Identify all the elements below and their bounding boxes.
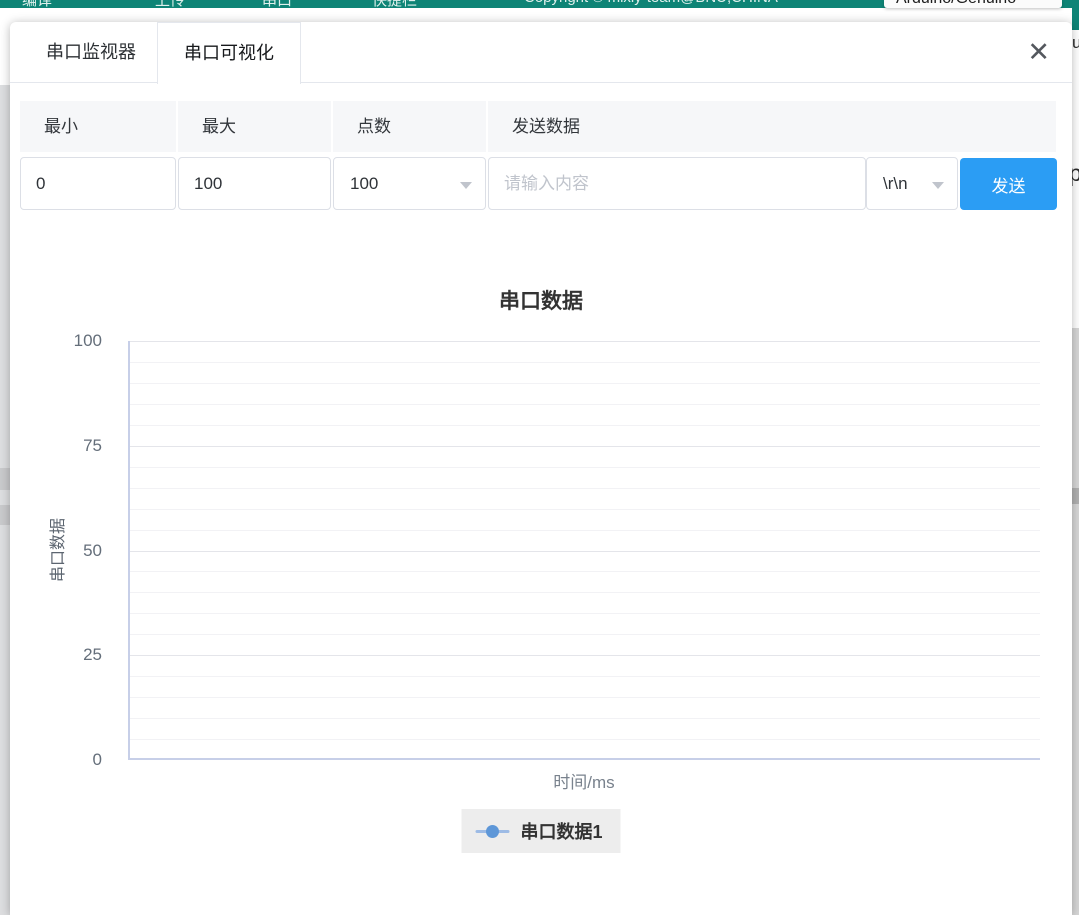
legend-item[interactable]: 串口数据1 — [461, 809, 620, 853]
gridline — [130, 446, 1040, 447]
gridline — [130, 383, 1040, 384]
chart-title: 串口数据 — [10, 285, 1072, 315]
chevron-down-icon — [932, 182, 944, 189]
gridline — [130, 718, 1040, 719]
toolbar-item-shortcut-bar[interactable]: 快捷栏 — [372, 0, 417, 8]
background-text-fragment: u — [1072, 33, 1079, 53]
toolbar-item-compile[interactable]: 编译 — [22, 0, 52, 8]
background-left-block — [0, 468, 10, 490]
gridline — [130, 697, 1040, 698]
gridline — [130, 676, 1040, 677]
max-header: 最大 — [178, 101, 331, 152]
line-ending-value: \r\n — [883, 174, 908, 193]
gridline — [130, 551, 1040, 552]
y-tick-label: 25 — [83, 645, 102, 665]
points-select[interactable]: 100 — [333, 157, 486, 210]
chevron-down-icon — [460, 182, 472, 189]
gridline — [130, 425, 1040, 426]
gridline — [130, 509, 1040, 510]
y-tick-label: 75 — [83, 436, 102, 456]
tab-bar: 串口监视器 串口可视化 — [10, 22, 1072, 83]
tab-serial-monitor[interactable]: 串口监视器 — [20, 22, 162, 83]
gridline — [130, 488, 1040, 489]
board-name: Arduino/Genuino — [896, 0, 1016, 8]
line-series-icon — [475, 825, 509, 838]
gridline — [130, 530, 1040, 531]
toolbar-edge — [1072, 8, 1079, 30]
y-tick-label: 0 — [93, 750, 102, 770]
max-input[interactable] — [178, 157, 331, 210]
points-select-value: 100 — [350, 174, 378, 193]
points-header: 点数 — [333, 101, 486, 152]
y-tick-label: 100 — [74, 331, 102, 351]
send-data-input[interactable] — [488, 157, 866, 210]
gridline — [130, 341, 1040, 342]
gridline — [130, 739, 1040, 740]
background-scrollbar-track[interactable] — [1072, 328, 1079, 915]
send-data-header: 发送数据 — [488, 101, 1056, 152]
tab-serial-visualization[interactable]: 串口可视化 — [157, 22, 301, 84]
gridline — [130, 613, 1040, 614]
y-axis-label: 串口数据 — [44, 518, 68, 582]
x-axis-label: 时间/ms — [128, 768, 1040, 793]
gridline — [130, 592, 1040, 593]
gridline — [130, 571, 1040, 572]
min-input[interactable] — [20, 157, 176, 210]
background-left-block — [0, 505, 10, 525]
plot-area — [128, 341, 1040, 760]
line-ending-select[interactable]: \r\n — [866, 157, 958, 210]
gridline — [130, 655, 1040, 656]
y-tick-label: 50 — [83, 541, 102, 561]
copyright-text: Copyright © mixly-team@BNU,CHINA — [524, 0, 778, 6]
send-button[interactable]: 发送 — [960, 158, 1057, 210]
min-header: 最小 — [20, 101, 176, 152]
toolbar-item-serial[interactable]: 串口 — [262, 0, 292, 8]
toolbar-item-upload[interactable]: 上传 — [155, 0, 185, 8]
gridline — [130, 362, 1040, 363]
background-left-edge — [0, 85, 10, 915]
legend-series-label: 串口数据1 — [520, 818, 602, 844]
gridline — [130, 404, 1040, 405]
background-scrollbar-thumb[interactable] — [1072, 488, 1079, 504]
gridline — [130, 467, 1040, 468]
close-icon[interactable]: ✕ — [1027, 32, 1050, 72]
gridline — [130, 634, 1040, 635]
board-selector[interactable]: Arduino/Genuino — [884, 0, 1062, 8]
serial-dialog: 串口监视器 串口可视化 ✕ 最小 最大 点数 发送数据 100 \r\n 发送 … — [10, 22, 1072, 915]
